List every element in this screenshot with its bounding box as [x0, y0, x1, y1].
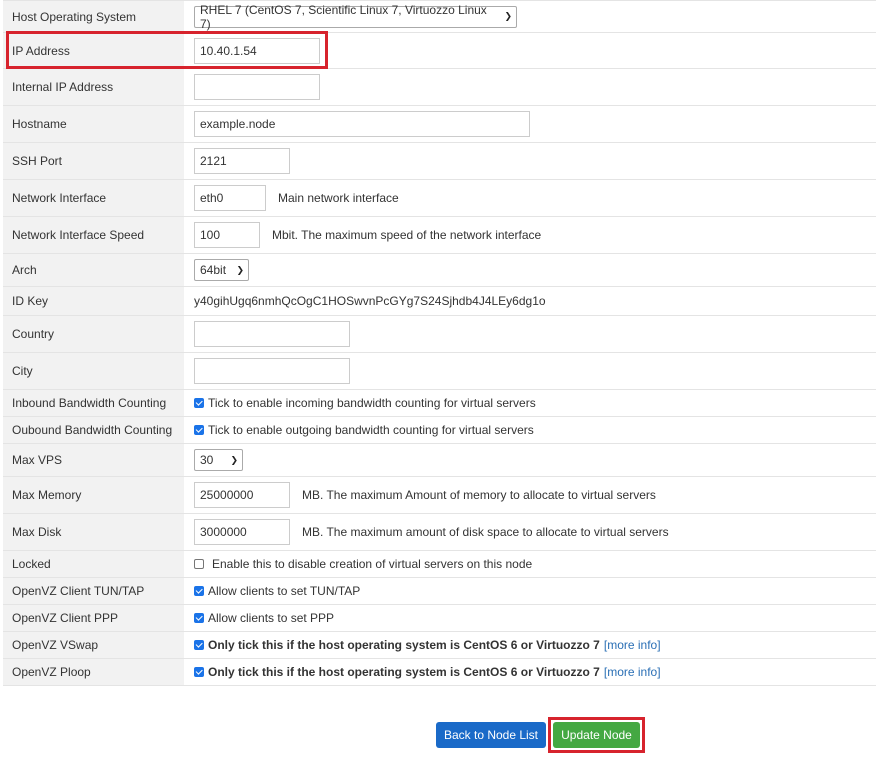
row-country: Country	[3, 316, 876, 353]
chevron-down-icon: ❯	[230, 454, 238, 465]
tun-tap-checkbox[interactable]	[194, 586, 204, 596]
ssh-port-label: SSH Port	[3, 143, 184, 179]
city-label: City	[3, 353, 184, 389]
arch-value: 64bit	[200, 263, 227, 277]
ppp-checkbox[interactable]	[194, 613, 204, 623]
row-arch: Arch 64bit ❯	[3, 254, 876, 287]
row-network-speed: Network Interface Speed 100 Mbit. The ma…	[3, 217, 876, 254]
row-network-interface: Network Interface eth0 Main network inte…	[3, 180, 876, 217]
id-key-value: y40gihUgq6nmhQcOgC1HOSwvnPcGYg7S24Sjhdb4…	[194, 294, 546, 308]
city-input[interactable]	[194, 358, 350, 384]
network-interface-input[interactable]: eth0	[194, 185, 266, 211]
outbound-bw-checkbox[interactable]	[194, 425, 204, 435]
network-speed-label: Network Interface Speed	[3, 217, 184, 253]
chevron-down-icon: ❯	[504, 11, 512, 21]
hostname-input[interactable]: example.node	[194, 111, 530, 137]
network-speed-help: Mbit. The maximum speed of the network i…	[272, 228, 542, 242]
ploop-label: OpenVZ Ploop	[3, 659, 184, 685]
row-host-os: Host Operating System RHEL 7 (CentOS 7, …	[3, 1, 876, 33]
row-vswap: OpenVZ VSwap Only tick this if the host …	[3, 632, 876, 659]
max-memory-label: Max Memory	[3, 477, 184, 513]
hostname-label: Hostname	[3, 106, 184, 142]
inbound-bw-checkbox[interactable]	[194, 398, 204, 408]
ppp-label: OpenVZ Client PPP	[3, 605, 184, 631]
inbound-bw-label: Inbound Bandwidth Counting	[3, 390, 184, 416]
internal-ip-input[interactable]	[194, 74, 320, 100]
arch-label: Arch	[3, 254, 184, 286]
max-disk-help: MB. The maximum amount of disk space to …	[302, 525, 669, 539]
tun-tap-text: Allow clients to set TUN/TAP	[208, 584, 361, 598]
update-node-highlight	[548, 717, 645, 753]
host-os-select[interactable]: RHEL 7 (CentOS 7, Scientific Linux 7, Vi…	[194, 2, 517, 31]
max-memory-input[interactable]: 25000000	[194, 482, 290, 508]
locked-label: Locked	[3, 551, 184, 577]
row-outbound-bw: Oubound Bandwidth Counting Tick to enabl…	[3, 417, 876, 444]
network-interface-label: Network Interface	[3, 180, 184, 216]
row-max-vps: Max VPS 30 ❯	[3, 444, 876, 477]
node-settings-form: Host Operating System RHEL 7 (CentOS 7, …	[3, 0, 876, 686]
max-vps-value: 30	[200, 453, 214, 467]
country-label: Country	[3, 316, 184, 352]
row-hostname: Hostname example.node	[3, 106, 876, 143]
locked-text: Enable this to disable creation of virtu…	[212, 557, 533, 571]
locked-checkbox[interactable]	[194, 559, 204, 569]
row-max-memory: Max Memory 25000000 MB. The maximum Amou…	[3, 477, 876, 514]
max-vps-select[interactable]: 30 ❯	[194, 449, 243, 471]
arch-select[interactable]: 64bit ❯	[194, 259, 249, 281]
vswap-checkbox[interactable]	[194, 640, 204, 650]
max-disk-label: Max Disk	[3, 514, 184, 550]
vswap-label: OpenVZ VSwap	[3, 632, 184, 658]
row-tun-tap: OpenVZ Client TUN/TAP Allow clients to s…	[3, 578, 876, 605]
country-input[interactable]	[194, 321, 350, 347]
outbound-bw-label: Oubound Bandwidth Counting	[3, 417, 184, 443]
max-disk-input[interactable]: 3000000	[194, 519, 290, 545]
back-to-node-list-button[interactable]: Back to Node List	[436, 722, 546, 748]
row-city: City	[3, 353, 876, 390]
ploop-more-info-link[interactable]: [more info]	[604, 665, 661, 679]
outbound-bw-text: Tick to enable outgoing bandwidth counti…	[208, 423, 534, 437]
row-ploop: OpenVZ Ploop Only tick this if the host …	[3, 659, 876, 686]
row-internal-ip: Internal IP Address	[3, 69, 876, 106]
inbound-bw-text: Tick to enable incoming bandwidth counti…	[208, 396, 536, 410]
internal-ip-label: Internal IP Address	[3, 69, 184, 105]
max-memory-help: MB. The maximum Amount of memory to allo…	[302, 488, 656, 502]
vswap-text: Only tick this if the host operating sys…	[208, 638, 600, 652]
row-max-disk: Max Disk 3000000 MB. The maximum amount …	[3, 514, 876, 551]
host-os-value: RHEL 7 (CentOS 7, Scientific Linux 7, Vi…	[200, 2, 487, 31]
host-os-label: Host Operating System	[3, 1, 184, 32]
ploop-checkbox[interactable]	[194, 667, 204, 677]
vswap-more-info-link[interactable]: [more info]	[604, 638, 661, 652]
row-ssh-port: SSH Port 2121	[3, 143, 876, 180]
ssh-port-input[interactable]: 2121	[194, 148, 290, 174]
row-inbound-bw: Inbound Bandwidth Counting Tick to enabl…	[3, 390, 876, 417]
ip-address-highlight	[6, 31, 328, 69]
max-vps-label: Max VPS	[3, 444, 184, 476]
tun-tap-label: OpenVZ Client TUN/TAP	[3, 578, 184, 604]
id-key-label: ID Key	[3, 287, 184, 315]
chevron-down-icon: ❯	[236, 264, 244, 275]
ploop-text: Only tick this if the host operating sys…	[208, 665, 600, 679]
network-speed-input[interactable]: 100	[194, 222, 260, 248]
row-locked: Locked Enable this to disable creation o…	[3, 551, 876, 578]
network-interface-help: Main network interface	[278, 191, 399, 205]
row-id-key: ID Key y40gihUgq6nmhQcOgC1HOSwvnPcGYg7S2…	[3, 287, 876, 316]
ppp-text: Allow clients to set PPP	[208, 611, 335, 625]
row-ppp: OpenVZ Client PPP Allow clients to set P…	[3, 605, 876, 632]
